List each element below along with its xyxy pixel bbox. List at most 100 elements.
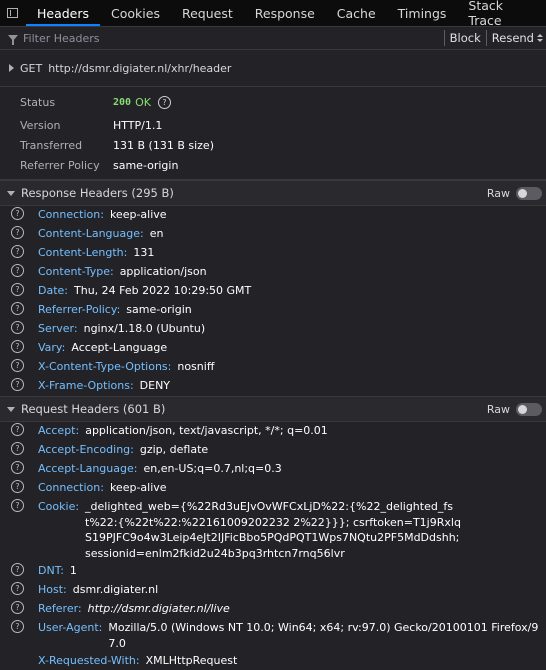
question-icon[interactable]: ? [11,442,24,455]
raw-label: Raw [486,402,510,416]
tab-headers[interactable]: Headers [25,0,101,26]
header-row[interactable]: ? Content-Language: en [0,224,546,243]
question-icon[interactable]: ? [11,378,24,391]
status-row: Status 200 OK ? [20,92,540,112]
header-name: Referrer-Policy: [38,303,121,316]
header-row[interactable]: ?X-Requested-With:XMLHttpRequest [0,651,546,670]
header-row[interactable]: ? Content-Type: application/json [0,262,546,281]
question-icon[interactable]: ? [11,245,24,258]
header-name: Vary: [38,341,66,354]
request-url-row[interactable]: GET http://dsmr.digiater.nl/xhr/header [0,50,546,87]
header-value: _delighted_web={%22Rd3uEJvOvWFCxLjD%22:{… [85,500,461,560]
filter-toolbar: Filter Headers Block Resend [0,27,546,50]
transferred-value: 131 B (131 B size) [113,138,214,152]
question-icon[interactable]: ? [11,264,24,277]
header-row[interactable]: ? Server: nginx/1.18.0 (Ubuntu) [0,319,546,338]
toggle-switch-icon [516,186,542,200]
header-row[interactable]: ? Content-Length: 131 [0,243,546,262]
raw-label: Raw [486,186,510,200]
question-icon[interactable]: ? [11,359,24,372]
response-headers-title: Response Headers (295 B) [21,186,174,200]
sidebar-icon [7,8,19,18]
header-name: DNT: [38,564,64,577]
header-value: application/json [119,265,207,278]
tab-response[interactable]: Response [244,0,326,26]
question-icon[interactable]: ? [11,283,24,296]
header-value: 1 [69,564,77,577]
expand-arrow-icon [9,64,14,72]
tab-cookies[interactable]: Cookies [100,0,171,26]
question-icon[interactable]: ? [11,582,24,595]
toolbar-divider [485,30,487,46]
question-icon[interactable]: ? [11,226,24,239]
request-headers-section-header[interactable]: Request Headers (601 B) Raw [0,396,546,422]
header-name: X-Content-Type-Options: [38,360,172,373]
response-raw-toggle[interactable]: Raw [486,186,542,200]
header-value: Mozilla/5.0 (Windows NT 10.0; Win64; x64… [108,621,539,650]
response-headers-list: ? Connection: keep-alive? Content-Language:… [0,205,546,395]
question-icon[interactable]: ? [11,601,24,614]
header-name: X-Requested-With: [38,654,140,667]
tab-timings[interactable]: Timings [387,0,458,26]
header-row[interactable]: ? Cookie: _delighted_web={%22Rd3uEJvOvWFCx… [0,497,546,561]
transferred-label: Transferred [20,138,83,152]
status-label: Status [20,95,56,109]
status-value: 200 OK ? [113,95,171,109]
updown-arrow-icon [537,34,543,42]
toggle-switch-icon [516,402,542,416]
header-row[interactable]: ? Accept-Language: en,en-US;q=0.7,nl;q=0.3 [0,459,546,478]
header-name: Host: [38,583,67,596]
header-row[interactable]: ? Vary: Accept-Language [0,338,546,357]
header-row[interactable]: ? X-Frame-Options: DENY [0,376,546,395]
question-icon[interactable]: ? [11,302,24,315]
question-icon[interactable]: ? [11,563,24,576]
resend-button[interactable]: Resend [489,31,546,45]
question-icon[interactable]: ? [11,461,24,474]
tab-request[interactable]: Request [171,0,244,26]
header-row[interactable]: ? Connection: keep-alive [0,478,546,497]
question-icon[interactable]: ? [157,95,171,109]
request-headers-list: ? Accept: application/json, text/javascrip… [0,421,546,670]
question-icon[interactable]: ? [11,321,24,334]
header-value: application/json, text/javascript, */*; … [85,424,328,437]
header-row[interactable]: ? Accept: application/json, text/javascrip… [0,421,546,440]
header-row[interactable]: ? Date: Thu, 24 Feb 2022 10:29:50 GMT [0,281,546,300]
question-icon[interactable]: ? [11,423,24,436]
header-name: Accept-Language: [38,462,138,475]
question-icon[interactable]: ? [11,499,24,512]
header-value: keep-alive [109,481,167,494]
toggle-sidebar-button[interactable] [0,0,26,26]
header-value: nginx/1.18.0 (Ubuntu) [83,322,206,335]
header-row[interactable]: ? User-Agent: Mozilla/5.0 (Windows NT 10.0… [0,618,546,651]
response-headers-section-header[interactable]: Response Headers (295 B) Raw [0,180,546,206]
block-button[interactable]: Block [447,31,484,45]
request-raw-toggle[interactable]: Raw [486,402,542,416]
tab-cache[interactable]: Cache [326,0,387,26]
header-row[interactable]: ? DNT: 1 [0,561,546,580]
header-name: Connection: [38,481,104,494]
header-row[interactable]: ? Referrer-Policy: same-origin [0,300,546,319]
filter-headers-input[interactable]: Filter Headers [23,32,442,45]
header-row[interactable]: ? Connection: keep-alive [0,205,546,224]
status-text: OK [135,95,151,109]
question-icon[interactable]: ? [11,620,24,633]
block-label: Block [449,31,481,45]
header-value: Thu, 24 Feb 2022 10:29:50 GMT [74,284,252,297]
question-icon[interactable]: ? [11,207,24,220]
header-row[interactable]: ? Host: dsmr.digiater.nl [0,580,546,599]
header-name: Referer: [38,602,82,615]
question-icon[interactable]: ? [11,480,24,493]
question-icon[interactable]: ? [11,340,24,353]
toolbar-divider [443,30,445,46]
header-row[interactable]: ? X-Content-Type-Options: nosniff [0,357,546,376]
version-value: HTTP/1.1 [113,118,163,132]
header-row[interactable]: ? Referer: http://dsmr.digiater.nl/live [0,599,546,618]
header-row[interactable]: ? Accept-Encoding: gzip, deflate [0,440,546,459]
version-label: Version [20,118,61,132]
header-name: X-Frame-Options: [38,379,134,392]
header-name: Content-Type: [38,265,114,278]
tab-bar: Headers Cookies Request Response Cache T… [0,0,546,28]
tab-stack-trace[interactable]: Stack Trace [457,0,546,28]
header-value: DENY [139,379,171,392]
header-value: 131 [133,246,155,259]
